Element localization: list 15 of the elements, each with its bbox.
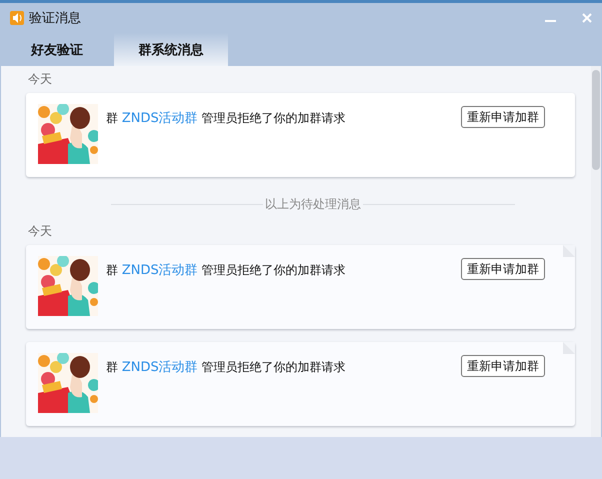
- close-icon[interactable]: [582, 13, 592, 23]
- date-label: 今天: [27, 71, 53, 88]
- speaker-icon: [10, 11, 24, 25]
- window-title: 验证消息: [29, 10, 82, 27]
- scrollbar[interactable]: [591, 66, 601, 437]
- message-text: 群 ZNDS活动群 管理员拒绝了你的加群请求: [106, 110, 347, 128]
- date-label: 今天: [27, 223, 53, 240]
- reapply-button[interactable]: 重新申请加群: [461, 258, 545, 280]
- message-text: 群 ZNDS活动群 管理员拒绝了你的加群请求: [106, 262, 347, 280]
- tab[interactable]: 群系统消息: [114, 33, 228, 66]
- tab[interactable]: 好友验证: [0, 33, 114, 66]
- message-text: 群 ZNDS活动群 管理员拒绝了你的加群请求: [106, 359, 347, 377]
- divider-label: 以上为待处理消息: [265, 196, 361, 212]
- reapply-button[interactable]: 重新申请加群: [461, 106, 545, 128]
- reapply-button[interactable]: 重新申请加群: [461, 355, 545, 377]
